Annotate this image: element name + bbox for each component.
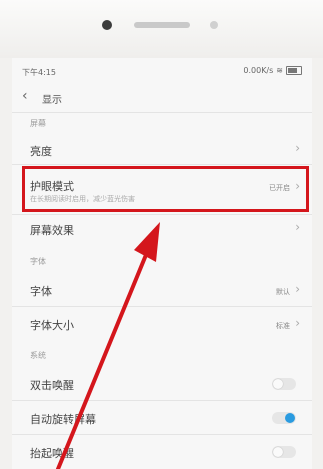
phone-frame: 下午4:15 0.00K/s ≋ ‹ 显示 屏幕 亮度 › 护眼模式 在长期阅读… bbox=[0, 0, 323, 469]
annotation-arrow bbox=[56, 222, 160, 469]
arrow-head bbox=[134, 222, 160, 262]
arrow-shaft bbox=[56, 248, 150, 469]
